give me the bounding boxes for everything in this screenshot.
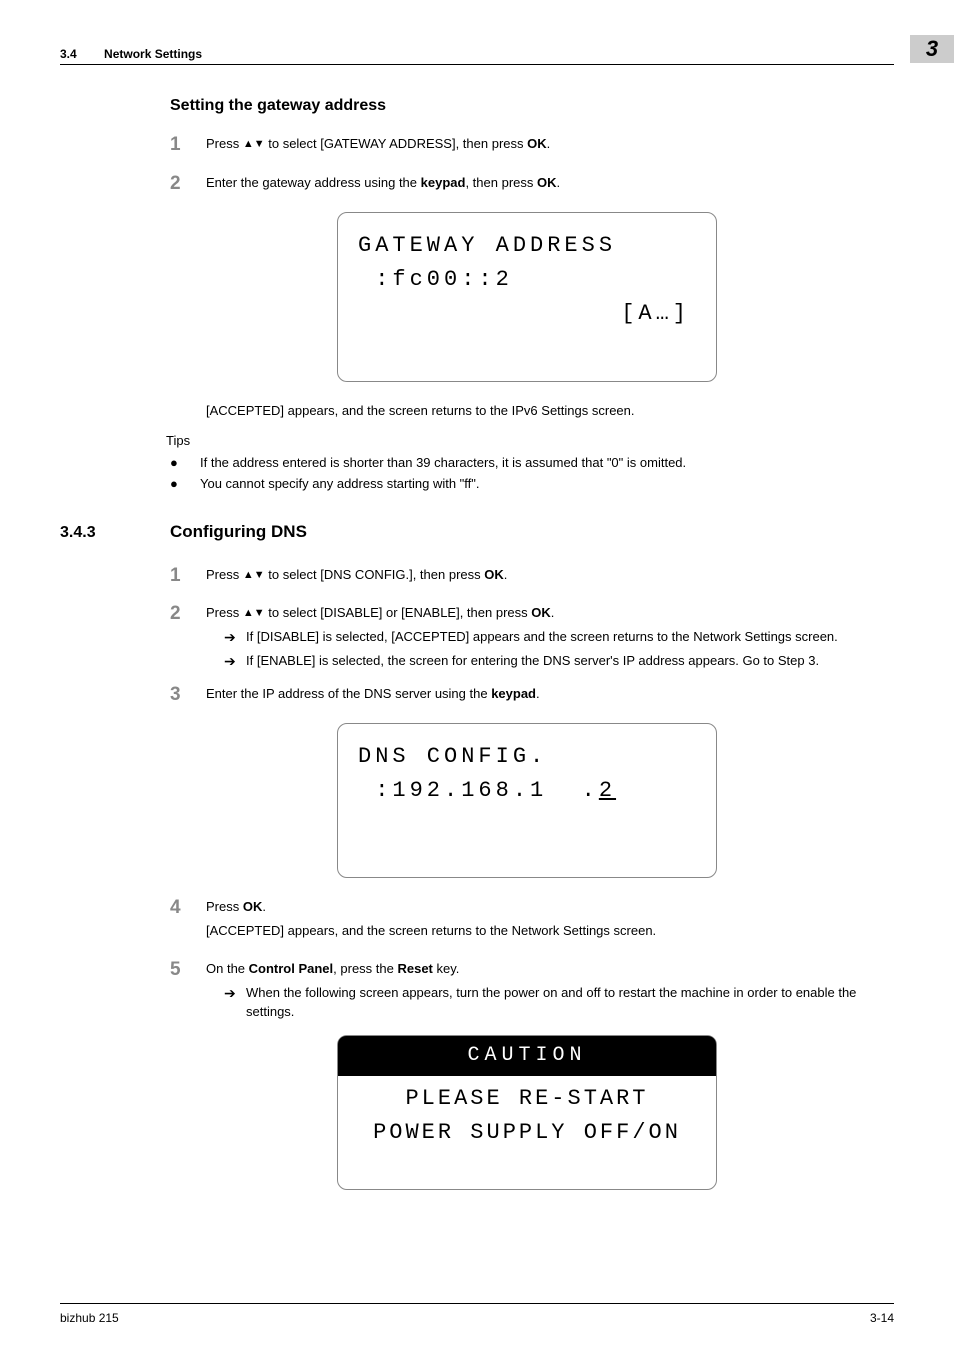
step-1: 1 Press ▲▼ to select [DNS CONFIG.], then… [170, 566, 884, 590]
step-number: 4 [170, 898, 206, 946]
text: Press [206, 899, 243, 914]
step-1: 1 Press ▲▼ to select [GATEWAY ADDRESS], … [170, 135, 884, 159]
chapter-badge: 3 [910, 35, 954, 63]
text: Press [206, 136, 243, 151]
keypad-key: keypad [491, 686, 536, 701]
lcd-line: [A…] [358, 297, 696, 331]
step-body: Enter the IP address of the DNS server u… [206, 685, 884, 709]
section-title: Network Settings [104, 47, 202, 61]
step-number: 2 [170, 604, 206, 671]
header-left: 3.4 Network Settings [60, 46, 202, 63]
step-number: 2 [170, 174, 206, 198]
result-text: [ACCEPTED] appears, and the screen retur… [206, 922, 884, 940]
tip-text: If the address entered is shorter than 3… [200, 454, 884, 472]
step-body: Press ▲▼ to select [DISABLE] or [ENABLE]… [206, 604, 884, 671]
up-down-arrows-icon: ▲▼ [243, 606, 265, 621]
step-body: On the Control Panel, press the Reset ke… [206, 960, 884, 1021]
text: . [536, 686, 540, 701]
ok-key: OK [484, 567, 504, 582]
sub-item: ➔ When the following screen appears, tur… [224, 984, 884, 1020]
section-number: 3.4 [60, 47, 77, 61]
lcd-line: POWER SUPPLY OFF/ON [358, 1116, 696, 1150]
bullet-icon: ● [170, 454, 200, 472]
text: , press the [333, 961, 397, 976]
chapter-number: 3 [926, 34, 938, 65]
step-5: 5 On the Control Panel, press the Reset … [170, 960, 884, 1021]
text: key. [433, 961, 460, 976]
tips-label: Tips [166, 432, 884, 450]
ok-key: OK [527, 136, 547, 151]
result-text: [ACCEPTED] appears, and the screen retur… [206, 402, 884, 420]
tip-item: ● You cannot specify any address startin… [170, 475, 884, 493]
reset-key: Reset [397, 961, 432, 976]
ok-key: OK [531, 605, 551, 620]
footer-model: bizhub 215 [60, 1310, 119, 1327]
step-body: Enter the gateway address using the keyp… [206, 174, 884, 198]
sub-text: If [ENABLE] is selected, the screen for … [246, 652, 884, 670]
text: to select [DNS CONFIG.], then press [265, 567, 485, 582]
text: Press [206, 605, 243, 620]
step-number: 5 [170, 960, 206, 1021]
lcd-line: GATEWAY ADDRESS [358, 229, 696, 263]
footer-page: 3-14 [870, 1310, 894, 1327]
arrow-icon: ➔ [224, 628, 246, 646]
text: , then press [465, 175, 537, 190]
tip-item: ● If the address entered is shorter than… [170, 454, 884, 472]
sub-text: When the following screen appears, turn … [246, 984, 884, 1020]
lcd-caution: CAUTION PLEASE RE-START POWER SUPPLY OFF… [337, 1035, 717, 1190]
tip-text: You cannot specify any address starting … [200, 475, 884, 493]
lcd-line: :fc00::2 [358, 263, 696, 297]
lcd-line: :192.168.1 .2 [358, 774, 696, 808]
text: . [262, 899, 266, 914]
step-body: Press ▲▼ to select [GATEWAY ADDRESS], th… [206, 135, 884, 159]
cursor-char: 2 [599, 778, 616, 803]
heading-gateway: Setting the gateway address [170, 95, 884, 117]
text: . [547, 136, 551, 151]
step-number: 1 [170, 135, 206, 159]
arrow-icon: ➔ [224, 984, 246, 1020]
text: to select [GATEWAY ADDRESS], then press [265, 136, 528, 151]
step-4: 4 Press OK. [ACCEPTED] appears, and the … [170, 898, 884, 946]
lcd-gateway: GATEWAY ADDRESS :fc00::2 [A…] [337, 212, 717, 382]
up-down-arrows-icon: ▲▼ [243, 137, 265, 152]
up-down-arrows-icon: ▲▼ [243, 568, 265, 583]
lcd-line: DNS CONFIG. [358, 740, 696, 774]
section-number: 3.4.3 [60, 522, 170, 544]
lcd-line: PLEASE RE-START [358, 1082, 696, 1116]
text: to select [DISABLE] or [ENABLE], then pr… [265, 605, 532, 620]
page-header: 3.4 Network Settings 3 [60, 35, 894, 65]
text: On the [206, 961, 249, 976]
text: Enter the gateway address using the [206, 175, 421, 190]
step-2: 2 Enter the gateway address using the ke… [170, 174, 884, 198]
lcd-dns: DNS CONFIG. :192.168.1 .2 [337, 723, 717, 878]
step-number: 3 [170, 685, 206, 709]
lcd-header: CAUTION [338, 1036, 716, 1076]
step-body: Press OK. [ACCEPTED] appears, and the sc… [206, 898, 884, 946]
text: Enter the IP address of the DNS server u… [206, 686, 491, 701]
bullet-icon: ● [170, 475, 200, 493]
ok-key: OK [537, 175, 557, 190]
sub-item: ➔ If [DISABLE] is selected, [ACCEPTED] a… [224, 628, 884, 646]
step-2: 2 Press ▲▼ to select [DISABLE] or [ENABL… [170, 604, 884, 671]
page-footer: bizhub 215 3-14 [60, 1303, 894, 1327]
step-number: 1 [170, 566, 206, 590]
arrow-icon: ➔ [224, 652, 246, 670]
step-body: Press ▲▼ to select [DNS CONFIG.], then p… [206, 566, 884, 590]
text: . [504, 567, 508, 582]
text: . [557, 175, 561, 190]
control-panel: Control Panel [249, 961, 334, 976]
text: Press [206, 567, 243, 582]
ok-key: OK [243, 899, 263, 914]
text: . [551, 605, 555, 620]
sub-text: If [DISABLE] is selected, [ACCEPTED] app… [246, 628, 884, 646]
section-heading-row: 3.4.3 Configuring DNS [60, 520, 884, 544]
keypad-key: keypad [421, 175, 466, 190]
sub-item: ➔ If [ENABLE] is selected, the screen fo… [224, 652, 884, 670]
section-title: Configuring DNS [170, 520, 307, 544]
step-3: 3 Enter the IP address of the DNS server… [170, 685, 884, 709]
